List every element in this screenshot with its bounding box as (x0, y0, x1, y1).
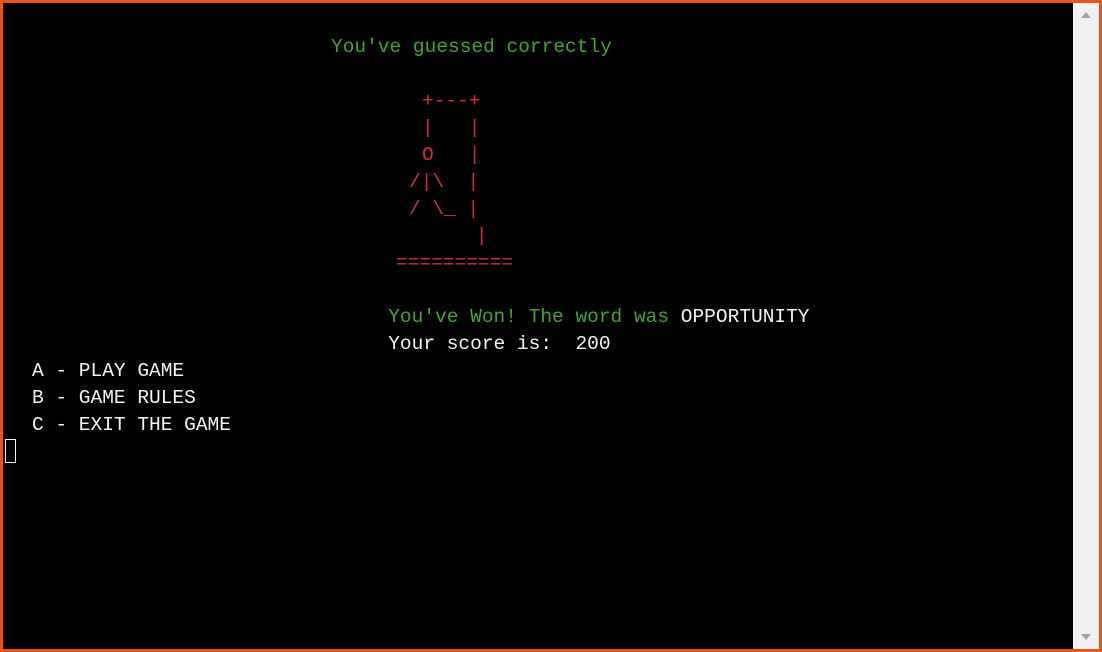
scroll-up-button[interactable] (1073, 3, 1099, 27)
vertical-scrollbar[interactable] (1073, 3, 1099, 649)
hangman-gallows-base: ========== (396, 252, 514, 274)
score-value: 200 (575, 333, 611, 355)
app-frame: You've guessed correctly +---+ | | O | /… (0, 0, 1102, 652)
hangman-art-line-1: +---+ (422, 90, 481, 112)
triangle-down-icon (1081, 634, 1091, 640)
terminal-cursor[interactable] (5, 439, 16, 463)
menu-item-game-rules: B - GAME RULES (32, 387, 196, 409)
hangman-art-line-6: | (429, 225, 488, 247)
menu-item-exit-game: C - EXIT THE GAME (32, 414, 231, 436)
score-label: Your score is: (388, 333, 576, 355)
terminal-screen[interactable]: You've guessed correctly +---+ | | O | /… (3, 3, 1073, 649)
result-line: You've Won! The word was OPPORTUNITY (318, 277, 809, 328)
menu-item-play-game: A - PLAY GAME (32, 360, 185, 382)
status-message: You've guessed correctly (331, 36, 612, 58)
hangman-art-line-4: /|\ | (409, 171, 480, 193)
hangman-art-line-2: | | (422, 117, 481, 139)
score-line: Your score is: 200 (318, 304, 610, 355)
scroll-down-button[interactable] (1073, 625, 1099, 649)
secret-word: OPPORTUNITY (680, 306, 810, 328)
triangle-up-icon (1081, 12, 1091, 18)
hangman-art-line-3: O | (422, 144, 481, 166)
hangman-art-line-5: / \_ | (409, 198, 480, 220)
